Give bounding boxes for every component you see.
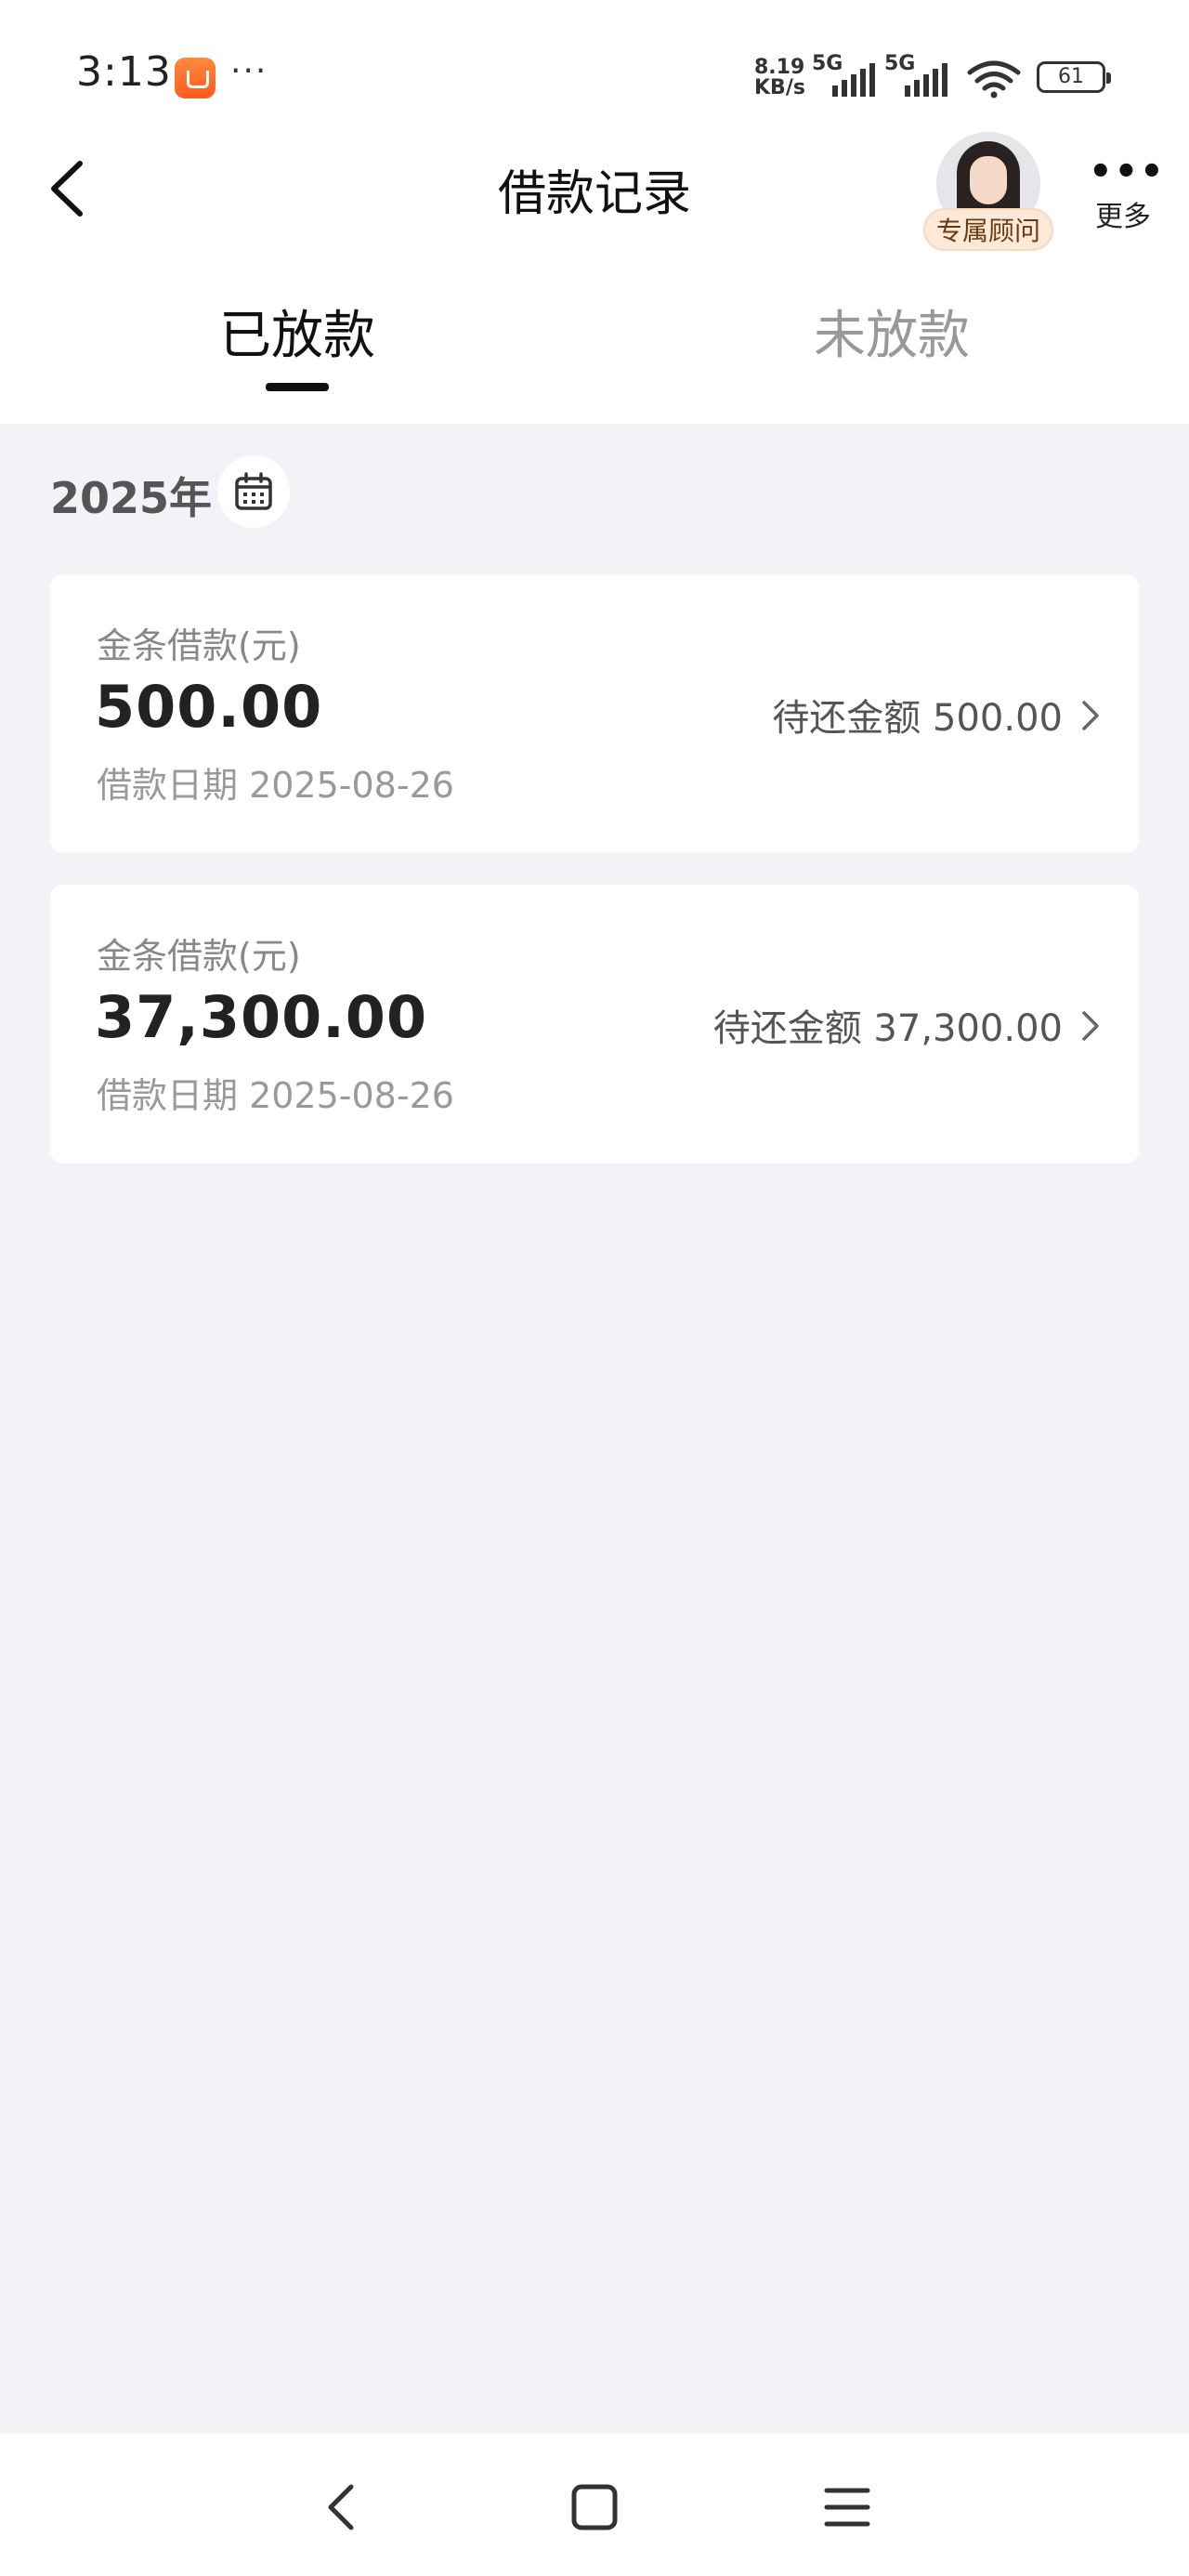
battery-icon: 61 <box>1037 61 1111 93</box>
exclusive-advisor-button[interactable]: 专属顾问 <box>923 128 1053 255</box>
notification-more-icon: ··· <box>230 52 268 90</box>
outstanding-amount: 待还金额 500.00 <box>772 697 1063 740</box>
tab-not-disbursed[interactable]: 未放款 <box>725 294 1059 369</box>
network-speed-unit: KB/s <box>754 76 805 99</box>
outstanding-amount: 待还金额 37,300.00 <box>712 1007 1063 1050</box>
loan-amount: 500.00 <box>95 673 323 741</box>
more-label: 更多 <box>1095 201 1151 233</box>
wifi-icon <box>967 60 1021 99</box>
battery-level: 61 <box>1058 65 1084 88</box>
loan-date: 借款日期 2025-08-26 <box>97 765 454 806</box>
loan-amount: 37,300.00 <box>95 983 428 1051</box>
chevron-right-icon <box>1082 1011 1099 1041</box>
loan-record-card[interactable]: 金条借款(元) 500.00 借款日期 2025-08-26 待还金额 500.… <box>50 574 1139 853</box>
loan-date: 借款日期 2025-08-26 <box>97 1075 454 1116</box>
nav-menu-icon[interactable] <box>810 2470 884 2544</box>
nav-back-icon[interactable] <box>305 2470 379 2544</box>
loan-type-label: 金条借款(元) <box>97 625 301 666</box>
active-tab-indicator <box>266 383 329 391</box>
year-label: 2025年 <box>50 473 213 523</box>
loan-type-label: 金条借款(元) <box>97 936 301 977</box>
chevron-right-icon <box>1082 701 1099 730</box>
calendar-icon <box>235 472 272 510</box>
loan-record-card[interactable]: 金条借款(元) 37,300.00 借款日期 2025-08-26 待还金额 3… <box>50 885 1139 1163</box>
status-bar: 3:13 ··· 8.19 KB/s 5G 5G 61 <box>0 0 1189 149</box>
network-speed: 8.19 KB/s <box>754 58 805 99</box>
shopping-app-icon <box>175 58 216 99</box>
advisor-label: 专属顾问 <box>923 208 1053 251</box>
system-navigation-bar <box>0 2433 1189 2576</box>
sim2-signal-icon <box>905 61 951 97</box>
nav-home-icon[interactable] <box>557 2470 632 2544</box>
more-button[interactable]: ••• 更多 <box>1089 151 1166 242</box>
status-time: 3:13 <box>76 48 172 96</box>
tab-disbursed[interactable]: 已放款 <box>130 294 464 369</box>
more-dots-icon: ••• <box>1089 151 1166 193</box>
network-speed-value: 8.19 <box>754 56 805 79</box>
calendar-button[interactable] <box>217 455 290 528</box>
sim1-signal-icon <box>832 61 879 97</box>
header-area: 3:13 ··· 8.19 KB/s 5G 5G 61 借款记录 专属顾问 ••… <box>0 0 1189 424</box>
